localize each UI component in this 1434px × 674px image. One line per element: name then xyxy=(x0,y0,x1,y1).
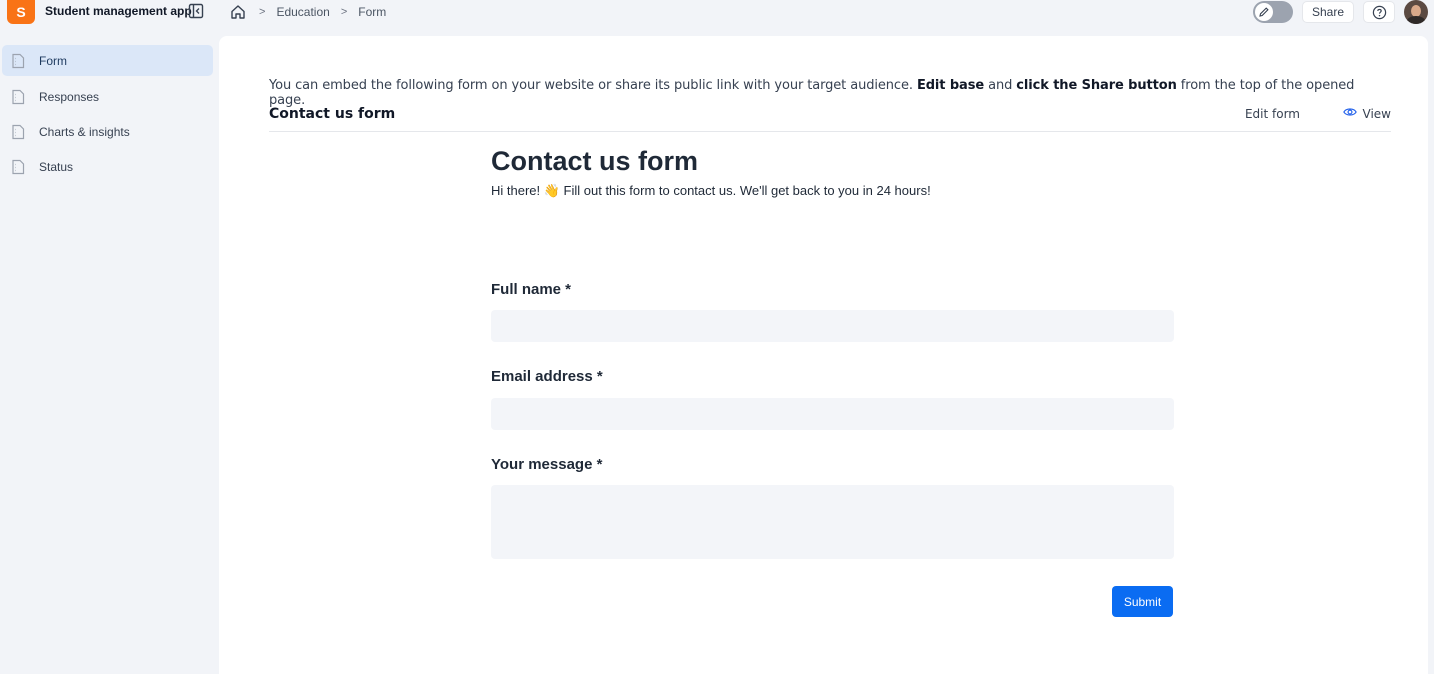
sidebar-item-charts-insights[interactable]: Charts & insights xyxy=(2,116,213,147)
message-textarea[interactable] xyxy=(491,485,1174,559)
view-button[interactable]: View xyxy=(1342,106,1391,121)
pencil-icon xyxy=(1254,3,1273,21)
app-name: Student management app xyxy=(45,4,192,18)
scrollbar[interactable] xyxy=(1422,36,1428,674)
help-circle-icon[interactable] xyxy=(1363,1,1395,23)
form-title: Contact us form xyxy=(491,146,699,176)
page-icon xyxy=(11,124,27,140)
submit-button[interactable]: Submit xyxy=(1112,586,1173,617)
collapse-sidebar-icon[interactable] xyxy=(188,3,206,19)
app-logo[interactable]: S xyxy=(7,0,35,24)
home-icon[interactable] xyxy=(230,3,248,21)
top-bar: S Student management app > Education > F… xyxy=(0,0,1434,24)
main-panel: You can embed the following form on your… xyxy=(219,36,1428,674)
sidebar-item-form[interactable]: Form xyxy=(2,45,213,76)
share-button[interactable]: Share xyxy=(1301,1,1354,23)
sidebar: Form Responses Charts & insights Status xyxy=(0,36,218,674)
eye-icon xyxy=(1342,106,1357,121)
sidebar-item-status[interactable]: Status xyxy=(2,151,213,182)
breadcrumb-item-education[interactable]: Education xyxy=(276,5,329,19)
avatar[interactable] xyxy=(1404,0,1428,24)
edit-form-button[interactable]: Edit form xyxy=(1245,107,1300,121)
sidebar-item-label: Form xyxy=(39,53,67,68)
email-address-label: Email address * xyxy=(491,368,603,385)
sidebar-item-label: Status xyxy=(39,159,74,174)
page-icon xyxy=(11,159,27,175)
form-header: Contact us form Edit form View xyxy=(269,104,1391,132)
embed-text: and xyxy=(984,78,1017,93)
email-address-input[interactable] xyxy=(491,398,1174,430)
sidebar-item-responses[interactable]: Responses xyxy=(2,81,213,112)
embed-text-bold: Edit base xyxy=(916,78,985,93)
edit-mode-toggle[interactable] xyxy=(1252,1,1293,23)
sidebar-item-label: Responses xyxy=(39,89,100,104)
embed-text-bold: click the Share button xyxy=(1016,78,1177,93)
message-label: Your message * xyxy=(491,456,603,473)
sidebar-item-label: Charts & insights xyxy=(39,124,130,139)
form-header-title: Contact us form xyxy=(269,106,396,122)
view-label: View xyxy=(1362,106,1391,121)
breadcrumb-item-form[interactable]: Form xyxy=(358,5,386,19)
breadcrumb-separator: > xyxy=(340,6,348,18)
form-subtitle: Hi there! 👋 Fill out this form to contac… xyxy=(491,183,931,198)
breadcrumb: > Education > Form xyxy=(230,2,386,22)
full-name-input[interactable] xyxy=(491,310,1174,342)
breadcrumb-separator: > xyxy=(259,6,266,18)
page-icon xyxy=(11,89,27,105)
embed-text: You can embed the following form on your… xyxy=(269,78,917,93)
full-name-label: Full name * xyxy=(491,281,572,298)
page-icon xyxy=(11,53,27,69)
top-right-actions: Share xyxy=(1252,0,1428,24)
